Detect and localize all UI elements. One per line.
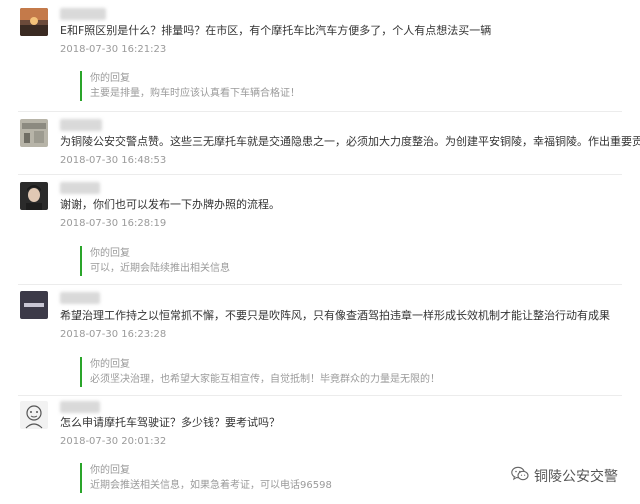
- watermark-text: 铜陵公安交警: [534, 469, 618, 485]
- reply-label: 你的回复: [90, 359, 130, 370]
- blurred-nickname: [60, 401, 100, 413]
- comment-time: 2018-07-30 16:48:53: [60, 155, 167, 166]
- reply-label: 你的回复: [90, 73, 130, 84]
- blurred-nickname: [60, 292, 100, 304]
- dark-logo-avatar-icon[interactable]: [20, 291, 48, 319]
- reply-text: 可以，近期会陆续推出相关信息: [90, 263, 230, 274]
- author-reply: 你的回复 近期会推送相关信息，如果急着考证，可以电话96598: [80, 463, 332, 493]
- reply-label: 你的回复: [90, 465, 130, 476]
- portrait-avatar-icon[interactable]: [20, 182, 48, 210]
- sunset-avatar-icon[interactable]: [20, 8, 48, 36]
- reply-text: 近期会推送相关信息，如果急着考证，可以电话96598: [90, 480, 332, 491]
- comment-time: 2018-07-30 20:01:32: [60, 436, 167, 447]
- reply-text: 必须坚决治理，也希望大家能互相宣传，自觉抵制！毕竟群众的力量是无限的！: [90, 374, 440, 385]
- street-photo-avatar-icon[interactable]: [20, 119, 48, 147]
- wechat-icon: [511, 466, 529, 486]
- reply-text: 主要是排量，购车时应该认真看下车辆合格证！: [90, 88, 300, 99]
- divider: [18, 111, 622, 112]
- comment-text: 希望治理工作持之以恒常抓不懈，不要只是吹阵风，只有像查酒驾拍违章一样形成长效机制…: [60, 309, 610, 322]
- author-reply: 你的回复 主要是排量，购车时应该认真看下车辆合格证！: [80, 71, 300, 101]
- blurred-nickname: [60, 182, 100, 194]
- comment-text: 怎么申请摩托车驾驶证？多少钱？要考试吗？: [60, 416, 280, 429]
- divider: [18, 284, 622, 285]
- author-reply: 你的回复 可以，近期会陆续推出相关信息: [80, 246, 230, 276]
- divider: [18, 174, 622, 175]
- comment-time: 2018-07-30 16:23:28: [60, 329, 167, 340]
- comment-time: 2018-07-30 16:21:23: [60, 44, 167, 55]
- comment-text: 谢谢，你们也可以发布一下办牌办照的流程。: [60, 198, 280, 211]
- reply-label: 你的回复: [90, 248, 130, 259]
- comment-time: 2018-07-30 16:28:19: [60, 218, 167, 229]
- divider: [18, 395, 622, 396]
- author-reply: 你的回复 必须坚决治理，也希望大家能互相宣传，自觉抵制！毕竟群众的力量是无限的！: [80, 357, 440, 387]
- comment-text: E和F照区别是什么？排量吗？在市区，有个摩托车比汽车方便多了，个人有点想法买一辆: [60, 24, 492, 37]
- comment-text: 为铜陵公安交警点赞。这些三无摩托车就是交通隐患之一，必须加大力度整治。为创建平安…: [60, 135, 640, 148]
- blurred-nickname: [60, 119, 102, 131]
- sketch-face-avatar-icon[interactable]: [20, 401, 48, 429]
- blurred-nickname: [60, 8, 106, 20]
- account-watermark: 铜陵公安交警: [511, 466, 618, 486]
